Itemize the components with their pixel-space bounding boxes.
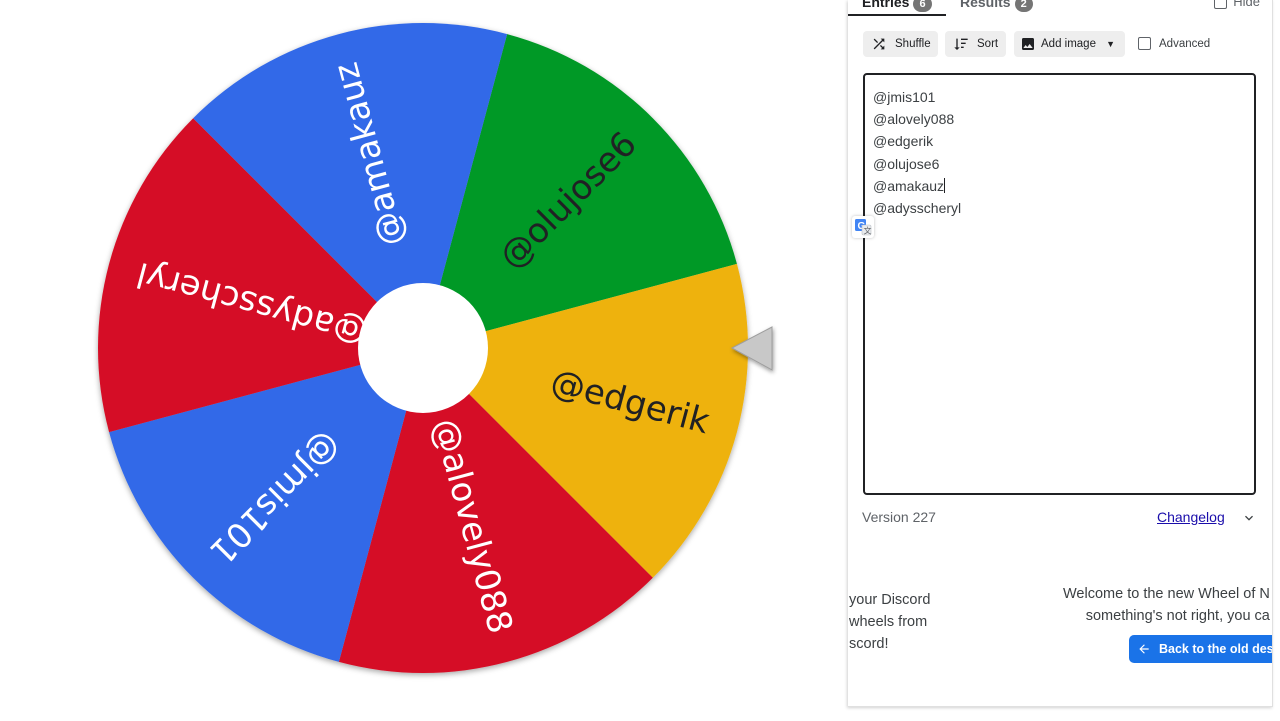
promo-left-text: your Discord wheels from scord! (849, 589, 930, 655)
advanced-label: Advanced (1159, 38, 1211, 50)
entry-line: @jmis101 (873, 89, 936, 105)
promo-line: something's not right, you ca (1085, 608, 1270, 624)
promo-right-text: Welcome to the new Wheel of N something'… (1063, 583, 1270, 627)
translate-icon[interactable]: G 文 (852, 216, 874, 238)
add-image-label: Add image (1041, 38, 1096, 50)
active-tab-indicator (848, 14, 946, 16)
text-caret (944, 177, 946, 193)
add-image-button[interactable]: Add image ▼ (1014, 31, 1125, 57)
entry-line: @alovely088 (873, 111, 955, 128)
arrow-left-icon (1139, 644, 1149, 654)
promo-line: scord! (849, 636, 889, 652)
hide-label: Hide (1233, 0, 1260, 9)
promo-line: wheels from (849, 614, 928, 630)
sort-label: Sort (977, 38, 999, 50)
hide-toggle[interactable]: Hide (1214, 0, 1260, 12)
shuffle-label: Shuffle (895, 38, 931, 50)
entry-text: @amakauz (873, 177, 945, 194)
entries-textarea[interactable]: @jmis101 @alovely088 @edgerik @olujose6 … (863, 73, 1256, 495)
back-button-label: Back to the old desi (1159, 642, 1273, 656)
entry-line: @olujose6 (873, 155, 940, 172)
hide-checkbox[interactable] (1214, 0, 1228, 10)
image-icon (1022, 38, 1034, 50)
dropdown-caret-icon: ▼ (1106, 39, 1115, 49)
svg-text:文: 文 (864, 226, 872, 236)
entry-line-with-caret: @amakauz (873, 175, 1246, 197)
results-count-badge: 2 (1014, 0, 1033, 12)
entry-line: @adysscheryl (873, 200, 962, 217)
advanced-checkbox[interactable] (1138, 37, 1151, 51)
promo-line: your Discord (849, 592, 931, 608)
entries-count-badge: 6 (913, 0, 932, 12)
tab-results[interactable]: Results 2 (960, 0, 1033, 12)
tab-entries-label: Entries (862, 0, 910, 10)
entry-line: @edgerik (873, 133, 934, 150)
wheel-center[interactable] (358, 283, 488, 413)
back-to-old-design-button[interactable]: Back to the old desi (1129, 635, 1273, 663)
version-label: Version 227 (862, 509, 936, 525)
sort-button[interactable]: Sort (945, 31, 1006, 57)
spin-wheel[interactable]: @olujose6@edgerik@alovely088@jmis101@ady… (0, 0, 848, 721)
side-panel: Entries 6 Results 2 Hide Shuffle Sort Add … (848, 0, 1273, 707)
sort-icon (954, 38, 968, 50)
wheel-area: @olujose6 @edgerik @alovely088 @jmis101 @ady… (0, 0, 848, 721)
chevron-down-icon[interactable] (1241, 510, 1257, 526)
advanced-toggle[interactable]: Advanced (1138, 37, 1210, 53)
shuffle-icon (873, 38, 885, 50)
tab-results-label: Results (960, 0, 1011, 10)
shuffle-button[interactable]: Shuffle (863, 31, 938, 57)
changelog-link[interactable]: Changelog (1157, 509, 1225, 525)
promo-line: Welcome to the new Wheel of N (1063, 586, 1270, 602)
tab-entries[interactable]: Entries 6 (862, 0, 932, 12)
